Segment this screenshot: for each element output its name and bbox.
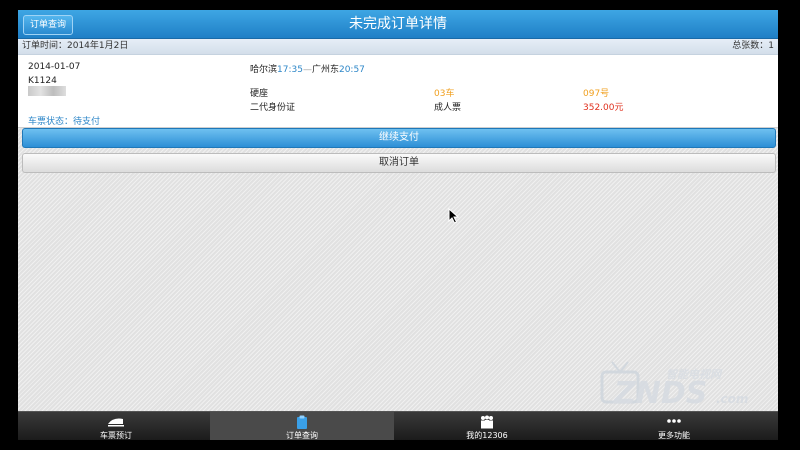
route-separator: —	[302, 65, 312, 75]
app-screen: 未完成订单详情 订单查询 订单时间：2014年1月2日 总张数：1 2014-0…	[18, 10, 778, 440]
bottom-nav: 车票预订 订单查询 我的12306 更多功能	[18, 411, 778, 440]
id-type: 二代身份证	[250, 103, 296, 113]
watermark-main-text: ZNDS	[614, 376, 708, 411]
nav-label-more-functions: 更多功能	[658, 431, 690, 440]
travel-date: 2014-01-07	[28, 62, 81, 72]
nav-label-ticket-booking: 车票预订	[100, 431, 132, 440]
passenger-name-blurred	[28, 86, 66, 97]
train-icon	[108, 418, 124, 427]
from-station: 哈尔滨	[250, 65, 278, 75]
back-button-order-query[interactable]: 订单查询	[23, 15, 74, 35]
ticket-type: 成人票	[434, 103, 462, 113]
order-info-bar: 订单时间：2014年1月2日 总张数：1	[18, 39, 778, 55]
total-tickets: 总张数：1	[732, 41, 774, 51]
coach-number: 03车	[434, 89, 455, 99]
page-title: 未完成订单详情	[349, 16, 447, 32]
order-card[interactable]: 2014-01-07 K1124 车票状态：待支付 哈尔滨17:35—广州东20…	[18, 55, 778, 128]
people-icon	[481, 415, 493, 429]
ticket-price: 352.00元	[583, 103, 624, 113]
ticket-status: 车票状态：待支付	[28, 114, 100, 127]
clipboard-icon	[297, 415, 307, 429]
train-number: K1124	[28, 76, 57, 86]
nav-label-order-query: 订单查询	[286, 431, 318, 440]
nav-item-more-functions[interactable]: 更多功能	[582, 412, 766, 440]
nav-label-my-12306: 我的12306	[466, 431, 508, 440]
znds-watermark: 智能电视网 ZNDS .com	[596, 360, 776, 416]
watermark-suffix: .com	[716, 392, 749, 406]
nav-item-ticket-booking[interactable]: 车票预订	[24, 412, 208, 440]
mouse-cursor-icon	[448, 208, 460, 224]
more-dots-icon	[667, 419, 681, 423]
title-bar: 未完成订单详情 订单查询	[18, 10, 778, 39]
depart-time: 17:35	[277, 65, 303, 75]
ticket-status-label: 车票状态	[28, 117, 65, 127]
ticket-status-value: ：待支付	[64, 117, 101, 127]
order-time: 订单时间：2014年1月2日	[22, 41, 129, 51]
seat-number: 097号	[583, 89, 610, 99]
seat-type: 硬座	[250, 89, 269, 99]
to-station: 广州东	[311, 65, 339, 75]
nav-item-my-12306[interactable]: 我的12306	[395, 412, 579, 440]
route: 哈尔滨17:35—广州东20:57	[250, 62, 365, 75]
arrive-time: 20:57	[338, 65, 365, 75]
continue-pay-button[interactable]: 继续支付	[22, 128, 776, 148]
nav-item-order-query[interactable]: 订单查询	[210, 412, 394, 440]
cancel-order-button[interactable]: 取消订单	[22, 153, 776, 173]
